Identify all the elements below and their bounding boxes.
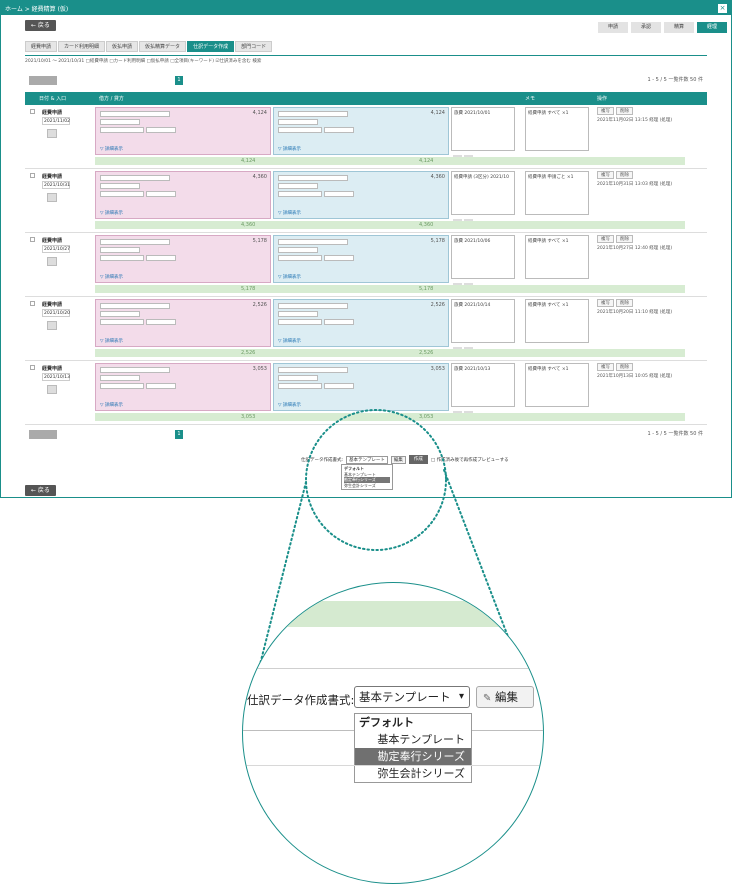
zoom-template-select[interactable]: 基本テンプレート ▾ xyxy=(354,686,470,708)
dropdown-group: デフォルト xyxy=(359,716,414,729)
zoom-edit-label: 編集 xyxy=(495,690,519,704)
dropdown-option-bugyo[interactable]: 勘定奉行シリーズ xyxy=(355,748,471,765)
pencil-icon: ✎ xyxy=(483,693,492,704)
zoom-divider xyxy=(243,765,543,766)
zoom-template-dropdown: デフォルト 基本テンプレート 勘定奉行シリーズ 弥生会計シリーズ xyxy=(354,713,472,783)
zoom-divider xyxy=(243,668,543,669)
magnifier: 仕訳データ作成書式: 基本テンプレート ▾ ✎ 編集 デフォルト 基本テンプレー… xyxy=(242,582,544,884)
dropdown-option-yayoi[interactable]: 弥生会計シリーズ xyxy=(355,765,471,782)
zoom-template-label: 仕訳データ作成書式: xyxy=(247,693,355,707)
dropdown-option-basic[interactable]: 基本テンプレート xyxy=(355,731,471,748)
zoom-select-value: 基本テンプレート xyxy=(359,690,451,704)
zoom-edit-button[interactable]: ✎ 編集 xyxy=(476,686,534,708)
zoom-total-row xyxy=(243,601,543,627)
chevron-down-icon: ▾ xyxy=(458,691,464,702)
